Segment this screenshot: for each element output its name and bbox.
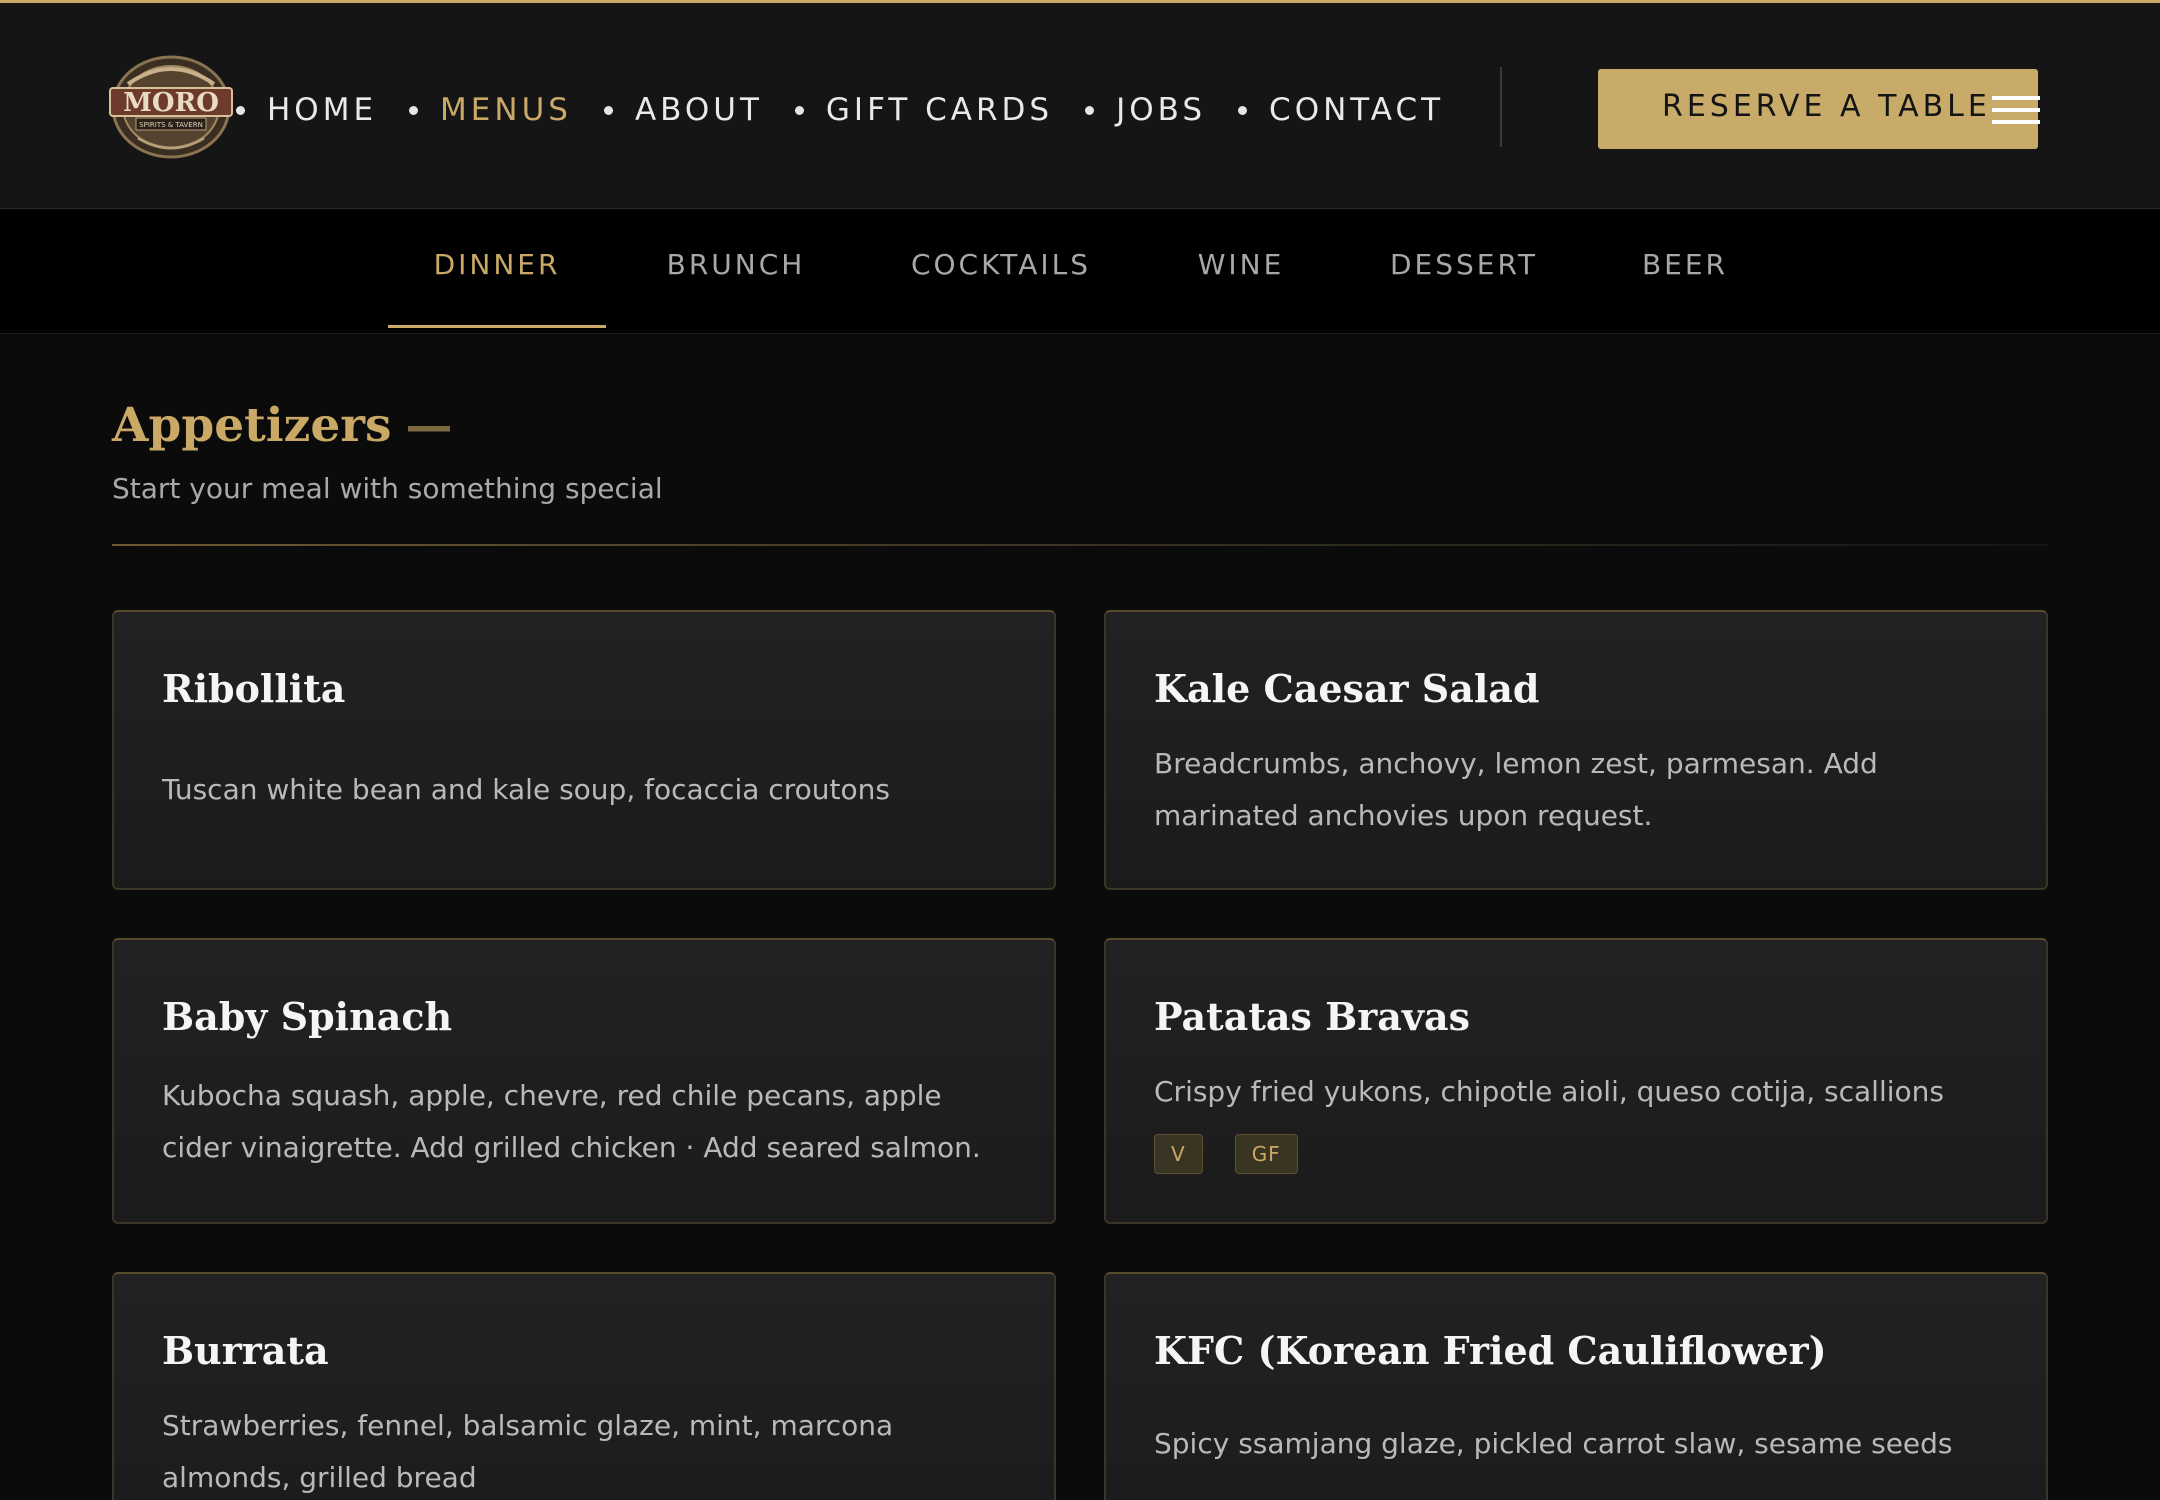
nav-link-about[interactable]: ABOUT (635, 92, 763, 128)
menu-item-description: Breadcrumbs, anchovy, lemon zest, parmes… (1154, 747, 1878, 832)
bullet-icon (603, 105, 613, 115)
badge-vegetarian: V (1154, 1134, 1203, 1174)
menu-item-name: Ribollita (162, 666, 346, 711)
badge-gluten-free: GF (1234, 1134, 1298, 1174)
menu-item-card: Baby Spinach Kubocha squash, apple, chev… (112, 938, 1056, 1224)
nav-item-jobs[interactable]: JOBS (1053, 92, 1206, 128)
hamburger-icon[interactable] (1992, 96, 2040, 124)
menu-tabs: DINNER BRUNCH COCKTAILS WINE DESSERT BEE… (0, 210, 2160, 334)
section-subtitle: Start your meal with something special (112, 472, 663, 505)
bullet-icon (1085, 105, 1095, 115)
menu-item-card: KFC (Korean Fried Cauliflower) Spicy ssa… (1104, 1272, 2048, 1500)
menu-item-name: KFC (Korean Fried Cauliflower) (1154, 1328, 1827, 1373)
reserve-table-label: RESERVE A TABLE (1662, 89, 1991, 124)
bullet-icon (794, 105, 804, 115)
tab-brunch[interactable]: BRUNCH (640, 210, 832, 318)
menu-item-name: Burrata (162, 1328, 329, 1373)
bullet-icon (236, 105, 245, 115)
reserve-table-button[interactable]: RESERVE A TABLE (1598, 69, 2040, 149)
bullet-icon (409, 105, 419, 115)
menu-item-description: Spicy ssamjang glaze, pickled carrot sla… (1154, 1427, 1953, 1460)
nav-item-contact[interactable]: CONTACT (1206, 92, 1444, 128)
tab-cocktails[interactable]: COCKTAILS (890, 210, 1112, 318)
menu-item-name: Kale Caesar Salad (1154, 666, 1540, 711)
menu-item-description: Tuscan white bean and kale soup, focacci… (162, 773, 890, 806)
nav-item-menus[interactable]: MENUS (377, 92, 572, 128)
section-divider (112, 544, 2048, 546)
tab-dessert[interactable]: DESSERT (1372, 210, 1556, 318)
bullet-icon (1238, 105, 1248, 115)
nav-link-gift-cards[interactable]: GIFT CARDS (826, 92, 1053, 128)
nav-item-home[interactable]: HOME (236, 92, 377, 128)
menu-item-name: Patatas Bravas (1154, 994, 1471, 1039)
tab-wine[interactable]: WINE (1170, 210, 1312, 318)
dietary-badges: V GF (1154, 1134, 1330, 1174)
section-title-text: Appetizers (112, 398, 392, 453)
menu-item-name: Baby Spinach (162, 994, 453, 1039)
nav-item-about[interactable]: ABOUT (572, 92, 763, 128)
menu-item-card: Kale Caesar Salad Breadcrumbs, anchovy, … (1104, 610, 2048, 890)
site-header: MORO SPIRITS & TAVERN HOME MENUS ABOUT G… (0, 3, 2160, 209)
moro-logo[interactable]: MORO SPIRITS & TAVERN (108, 54, 234, 160)
section-title: Appetizers — (112, 398, 452, 453)
header-divider (1500, 67, 1502, 147)
nav-link-home[interactable]: HOME (267, 92, 377, 128)
tab-dinner[interactable]: DINNER (388, 210, 606, 328)
menu-item-description: Strawberries, fennel, balsamic glaze, mi… (162, 1409, 894, 1494)
nav-item-gift-cards[interactable]: GIFT CARDS (763, 92, 1053, 128)
tab-beer[interactable]: BEER (1620, 210, 1750, 318)
menu-item-description: Kubocha squash, apple, chevre, red chile… (162, 1079, 981, 1164)
nav-link-menus[interactable]: MENUS (440, 92, 572, 128)
menu-item-card: Burrata Strawberries, fennel, balsamic g… (112, 1272, 1056, 1500)
menu-item-card: Ribollita Tuscan white bean and kale sou… (112, 610, 1056, 890)
nav-link-jobs[interactable]: JOBS (1116, 92, 1206, 128)
logo-emblem-icon: MORO SPIRITS & TAVERN (109, 55, 233, 159)
main-nav: HOME MENUS ABOUT GIFT CARDS JOBS CONTACT (236, 85, 1444, 135)
menu-item-card: Patatas Bravas Crispy fried yukons, chip… (1104, 938, 2048, 1224)
section-title-dash: — (405, 398, 453, 453)
logo-tagline: SPIRITS & TAVERN (139, 121, 203, 129)
logo-text: MORO (123, 88, 219, 118)
nav-link-contact[interactable]: CONTACT (1269, 92, 1444, 128)
menu-item-description: Crispy fried yukons, chipotle aioli, que… (1154, 1075, 1944, 1108)
